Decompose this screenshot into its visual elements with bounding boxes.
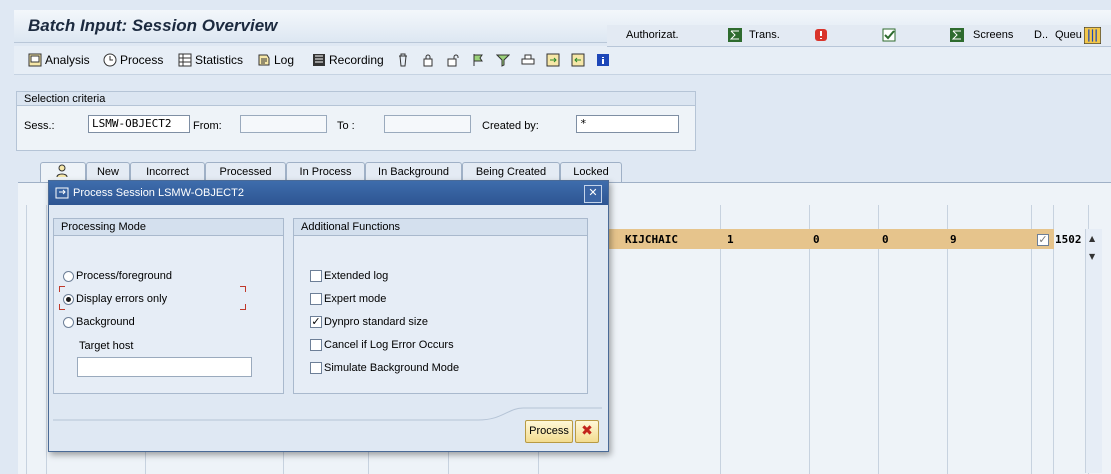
dialog-window-icon xyxy=(55,186,69,200)
target-host-field[interactable] xyxy=(77,357,252,377)
flag-icon[interactable] xyxy=(471,53,485,67)
checkbox-checked-icon: ✓ xyxy=(310,316,322,328)
process-session-dialog: Process Session LSMW-OBJECT2 ✕ Processin… xyxy=(48,180,609,452)
row-processed: 0 xyxy=(882,233,889,246)
filter-icon[interactable] xyxy=(496,53,510,67)
row-check[interactable]: ✓ xyxy=(1037,234,1049,246)
application-toolbar: Analysis Process Statistics Log Recordin… xyxy=(14,46,1111,75)
tab-incorrect[interactable]: Incorrect xyxy=(130,162,205,182)
dialog-footer-divider xyxy=(53,407,602,421)
processing-mode-title: Processing Mode xyxy=(54,219,283,236)
process-button[interactable]: Process xyxy=(525,420,573,443)
check-cancel-if-log-error[interactable]: Cancel if Log Error Occurs xyxy=(310,337,454,353)
info-icon[interactable] xyxy=(596,53,610,67)
sum-icon xyxy=(950,28,964,42)
row-screens: 9 xyxy=(950,233,957,246)
cancel-x-icon: ✖ xyxy=(581,423,593,439)
check-dynpro-standard-size[interactable]: ✓ Dynpro standard size xyxy=(310,314,428,330)
scroll-up-icon[interactable]: ▲ xyxy=(1089,234,1095,243)
row-queue: 1502 xyxy=(1055,233,1082,246)
created-by-label: Created by: xyxy=(482,120,539,132)
radio-icon xyxy=(63,270,74,282)
header-d[interactable]: D.. xyxy=(1034,25,1048,46)
radio-background[interactable]: Background xyxy=(63,314,135,330)
check-extended-log[interactable]: Extended log xyxy=(310,268,388,284)
person-icon xyxy=(55,164,69,178)
radio-selected-icon xyxy=(63,293,74,305)
tab-in-process[interactable]: In Process xyxy=(286,162,365,182)
header-queue[interactable]: Queu xyxy=(1055,25,1082,46)
statistics-button[interactable]: Statistics xyxy=(178,51,243,69)
grid-header: Authorizat. Trans. Screens D.. Queu xyxy=(607,25,1111,47)
radio-process-foreground[interactable]: Process/foreground xyxy=(63,268,172,284)
analysis-button[interactable]: Analysis xyxy=(28,51,90,69)
row-authorizat: KIJCHAIC xyxy=(625,233,678,246)
row-trans: 1 xyxy=(727,233,734,246)
header-authorizat[interactable]: Authorizat. xyxy=(626,25,679,46)
close-icon[interactable]: ✕ xyxy=(584,185,602,203)
header-trans[interactable]: Trans. xyxy=(749,25,780,46)
selection-criteria-legend: Selection criteria xyxy=(17,92,695,106)
checkbox-icon xyxy=(310,270,322,282)
header-screens[interactable]: Screens xyxy=(973,25,1013,46)
radio-display-errors-only[interactable]: Display errors only xyxy=(63,291,167,307)
to-label: To : xyxy=(337,120,355,132)
created-by-field[interactable]: * xyxy=(576,115,679,133)
check-expert-mode[interactable]: Expert mode xyxy=(310,291,386,307)
scroll-down-icon[interactable]: ▼ xyxy=(1089,252,1095,261)
recording-icon xyxy=(312,53,326,67)
session-field[interactable]: LSMW-OBJECT2 xyxy=(88,115,190,133)
lock-icon[interactable] xyxy=(421,53,435,67)
import-icon[interactable] xyxy=(571,53,585,67)
print-icon[interactable] xyxy=(521,53,535,67)
sum-icon xyxy=(728,28,742,42)
tab-in-background[interactable]: In Background xyxy=(365,162,462,182)
row-errors: 0 xyxy=(813,233,820,246)
tab-processed[interactable]: Processed xyxy=(205,162,286,182)
process-toolbar-button[interactable]: Process xyxy=(103,51,163,69)
log-icon xyxy=(257,53,271,67)
processing-mode-group: Processing Mode Process/foreground Displ… xyxy=(53,218,284,394)
delete-icon[interactable] xyxy=(396,53,410,67)
unlock-icon[interactable] xyxy=(446,53,460,67)
radio-icon xyxy=(63,316,74,328)
recording-button[interactable]: Recording xyxy=(312,51,384,69)
check-simulate-background[interactable]: Simulate Background Mode xyxy=(310,360,459,376)
to-field[interactable] xyxy=(384,115,471,133)
tab-being-created[interactable]: Being Created xyxy=(462,162,560,182)
vertical-scrollbar[interactable]: ▲ ▼ xyxy=(1085,229,1102,473)
from-field[interactable] xyxy=(240,115,327,133)
check-icon xyxy=(882,28,896,42)
additional-functions-title: Additional Functions xyxy=(294,219,587,236)
export-icon[interactable] xyxy=(546,53,560,67)
page-title: Batch Input: Session Overview xyxy=(28,16,278,35)
table-icon xyxy=(178,53,192,67)
from-label: From: xyxy=(193,120,222,132)
dialog-title-bar[interactable]: Process Session LSMW-OBJECT2 ✕ xyxy=(49,181,608,205)
tab-locked[interactable]: Locked xyxy=(560,162,622,182)
session-label: Sess.: xyxy=(24,120,55,132)
selection-criteria-frame: Selection criteria Sess.: LSMW-OBJECT2 F… xyxy=(16,91,696,151)
log-button[interactable]: Log xyxy=(257,51,294,69)
additional-functions-group: Additional Functions Extended log Expert… xyxy=(293,218,588,394)
error-icon xyxy=(814,28,828,42)
analysis-icon xyxy=(28,53,42,67)
column-settings-icon[interactable] xyxy=(1084,27,1101,44)
clock-icon xyxy=(103,53,117,67)
checkbox-icon xyxy=(310,339,322,351)
tab-new[interactable]: New xyxy=(86,162,130,182)
checkbox-icon xyxy=(310,293,322,305)
dialog-title: Process Session LSMW-OBJECT2 xyxy=(73,187,244,199)
checkbox-icon xyxy=(310,362,322,374)
target-host-label: Target host xyxy=(79,340,134,352)
tab-all[interactable] xyxy=(40,162,86,182)
cancel-button[interactable]: ✖ xyxy=(575,420,599,443)
